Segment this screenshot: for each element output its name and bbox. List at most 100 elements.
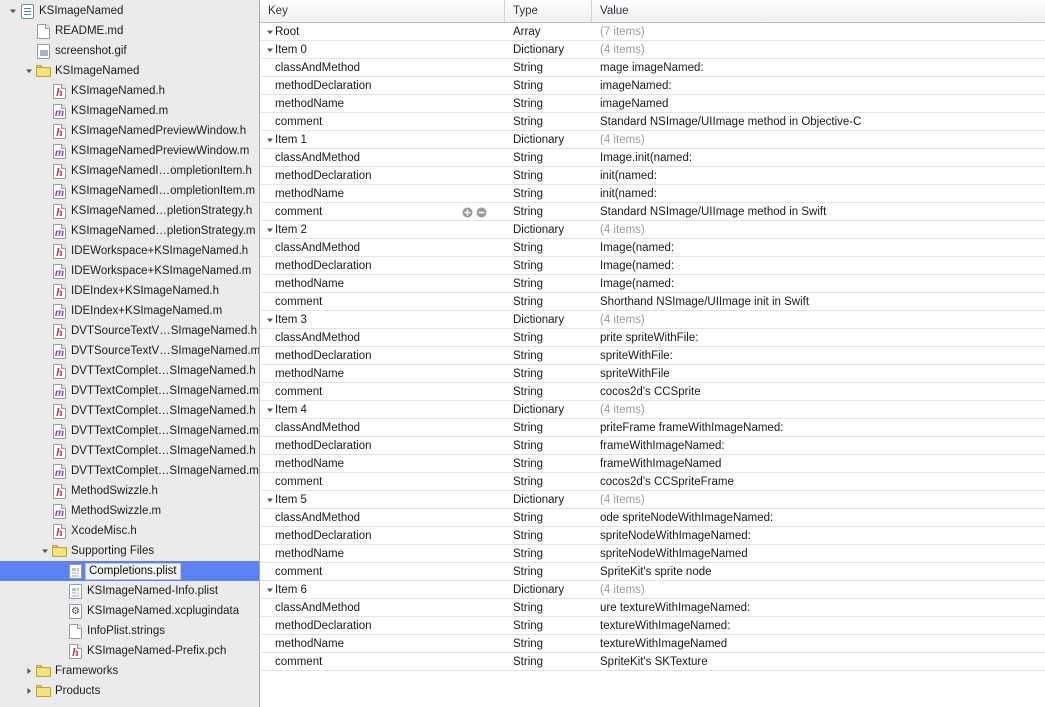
plist-value-cell[interactable]: (4 items) [592, 131, 1045, 148]
plist-key-cell[interactable]: methodName [260, 185, 505, 202]
plist-row[interactable]: comment String SpriteKit's SKTexture [260, 653, 1045, 671]
plist-row[interactable]: comment String cocos2d's CCSpriteFrame [260, 473, 1045, 491]
plist-value-cell[interactable]: (4 items) [592, 401, 1045, 418]
plist-row[interactable]: methodDeclaration String frameWithImageNa… [260, 437, 1045, 455]
plist-value-cell[interactable]: ode spriteNodeWithImageNamed: [592, 509, 1045, 526]
plist-key-cell[interactable]: methodName [260, 545, 505, 562]
plist-row[interactable]: methodName String Image(named: [260, 275, 1045, 293]
plist-value-cell[interactable]: (4 items) [592, 311, 1045, 328]
navigator-item[interactable]: h KSImageNamed-Prefix.pch [0, 641, 259, 661]
plist-type-cell[interactable]: String [505, 617, 592, 634]
plist-row[interactable]: Item 3 Dictionary (4 items) [260, 311, 1045, 329]
plist-row[interactable]: methodDeclaration String spriteWithFile: [260, 347, 1045, 365]
navigator-item[interactable]: h IDEWorkspace+KSImageNamed.h [0, 241, 259, 261]
plist-value-cell[interactable]: Shorthand NSImage/UIImage init in Swift [592, 293, 1045, 310]
plist-type-cell[interactable]: String [505, 455, 592, 472]
plist-key-cell[interactable]: Root [260, 23, 505, 40]
navigator-item[interactable]: m KSImageNamed…pletionStrategy.m [0, 221, 259, 241]
plist-key-cell[interactable]: Item 4 [260, 401, 505, 418]
plist-key-cell[interactable]: methodName [260, 95, 505, 112]
navigator-item[interactable]: m DVTSourceTextV…SImageNamed.m [0, 341, 259, 361]
navigator-item[interactable]: KSImageNamed-Info.plist [0, 581, 259, 601]
plist-key-cell[interactable]: comment [260, 473, 505, 490]
plist-key-cell[interactable]: Item 5 [260, 491, 505, 508]
row-disclosure-expanded-icon[interactable] [264, 586, 275, 594]
plist-row[interactable]: methodDeclaration String imageNamed: [260, 77, 1045, 95]
plist-value-cell[interactable]: Image(named: [592, 239, 1045, 256]
navigator-item[interactable]: m KSImageNamed.m [0, 101, 259, 121]
plist-key-cell[interactable]: methodDeclaration [260, 347, 505, 364]
plist-row[interactable]: methodName String frameWithImageNamed [260, 455, 1045, 473]
navigator-item[interactable]: m DVTTextComplet…SImageNamed.m [0, 421, 259, 441]
plist-type-cell[interactable]: String [505, 149, 592, 166]
plist-type-cell[interactable]: String [505, 527, 592, 544]
plist-row[interactable]: classAndMethod String mage imageNamed: [260, 59, 1045, 77]
row-disclosure-expanded-icon[interactable] [264, 406, 275, 414]
plist-value-cell[interactable]: spriteWithFile [592, 365, 1045, 382]
plist-key-cell[interactable]: methodDeclaration [260, 167, 505, 184]
plist-row[interactable]: classAndMethod String priteFrame frameWith… [260, 419, 1045, 437]
navigator-item[interactable]: h IDEIndex+KSImageNamed.h [0, 281, 259, 301]
plist-type-cell[interactable]: String [505, 185, 592, 202]
plist-value-cell[interactable]: init(named: [592, 167, 1045, 184]
plist-key-cell[interactable]: classAndMethod [260, 329, 505, 346]
plist-type-cell[interactable]: String [505, 383, 592, 400]
navigator-item[interactable]: KSImageNamed [0, 1, 259, 21]
plist-key-cell[interactable]: comment [260, 293, 505, 310]
plist-value-cell[interactable]: Image(named: [592, 275, 1045, 292]
navigator-item[interactable]: Frameworks [0, 661, 259, 681]
plist-key-cell[interactable]: methodName [260, 275, 505, 292]
plist-type-cell[interactable]: String [505, 473, 592, 490]
plist-value-cell[interactable]: (4 items) [592, 41, 1045, 58]
navigator-item[interactable]: h KSImageNamed…pletionStrategy.h [0, 201, 259, 221]
row-disclosure-expanded-icon[interactable] [264, 316, 275, 324]
plist-value-cell[interactable]: init(named: [592, 185, 1045, 202]
plist-value-cell[interactable]: priteFrame frameWithImageNamed: [592, 419, 1045, 436]
plist-key-cell[interactable]: classAndMethod [260, 59, 505, 76]
plist-type-cell[interactable]: Dictionary [505, 41, 592, 58]
column-header-type[interactable]: Type [505, 0, 592, 22]
navigator-item[interactable]: m KSImageNamedI…ompletionItem.m [0, 181, 259, 201]
navigator-item[interactable]: h DVTTextComplet…SImageNamed.h [0, 361, 259, 381]
plist-type-cell[interactable]: String [505, 545, 592, 562]
plist-value-cell[interactable]: SpriteKit's SKTexture [592, 653, 1045, 670]
plist-type-cell[interactable]: String [505, 239, 592, 256]
navigator-item[interactable]: screenshot.gif [0, 41, 259, 61]
plist-value-cell[interactable]: cocos2d's CCSpriteFrame [592, 473, 1045, 490]
plist-value-cell[interactable]: spriteNodeWithImageNamed: [592, 527, 1045, 544]
plist-type-cell[interactable]: String [505, 113, 592, 130]
plist-row[interactable]: Item 5 Dictionary (4 items) [260, 491, 1045, 509]
navigator-item[interactable]: KSImageNamed [0, 61, 259, 81]
plist-value-cell[interactable]: textureWithImageNamed: [592, 617, 1045, 634]
row-disclosure-expanded-icon[interactable] [264, 136, 275, 144]
plist-value-cell[interactable]: mage imageNamed: [592, 59, 1045, 76]
plist-type-cell[interactable]: Dictionary [505, 311, 592, 328]
plist-key-cell[interactable]: methodName [260, 365, 505, 382]
navigator-item[interactable]: h XcodeMisc.h [0, 521, 259, 541]
plist-key-cell[interactable]: comment [260, 203, 505, 220]
plist-type-cell[interactable]: String [505, 563, 592, 580]
plist-type-cell[interactable]: String [505, 95, 592, 112]
navigator-item[interactable]: m IDEIndex+KSImageNamed.m [0, 301, 259, 321]
navigator-item[interactable]: h KSImageNamedI…ompletionItem.h [0, 161, 259, 181]
plist-key-cell[interactable]: methodDeclaration [260, 257, 505, 274]
plist-type-cell[interactable]: Dictionary [505, 401, 592, 418]
plist-row[interactable]: methodDeclaration String Image(named: [260, 257, 1045, 275]
project-navigator[interactable]: KSImageNamed README.md screenshot.gif KSIma… [0, 0, 260, 707]
plist-value-cell[interactable]: spriteWithFile: [592, 347, 1045, 364]
plist-key-cell[interactable]: methodDeclaration [260, 617, 505, 634]
navigator-item[interactable]: Products [0, 681, 259, 701]
plist-key-cell[interactable]: Item 3 [260, 311, 505, 328]
plist-key-cell[interactable]: Item 1 [260, 131, 505, 148]
plist-row[interactable]: methodName String spriteNodeWithImageNamed [260, 545, 1045, 563]
plist-type-cell[interactable]: Array [505, 23, 592, 40]
navigator-item[interactable]: ⚙ KSImageNamed.xcplugindata [0, 601, 259, 621]
plist-row[interactable]: classAndMethod String Image(named: [260, 239, 1045, 257]
plist-value-cell[interactable]: frameWithImageNamed: [592, 437, 1045, 454]
plist-type-cell[interactable]: String [505, 275, 592, 292]
plist-value-cell[interactable]: imageNamed: [592, 77, 1045, 94]
disclosure-triangle-collapsed-icon[interactable] [22, 681, 35, 701]
row-disclosure-expanded-icon[interactable] [264, 226, 275, 234]
navigator-item[interactable]: InfoPlist.strings [0, 621, 259, 641]
plist-row[interactable]: Root Array (7 items) [260, 23, 1045, 41]
